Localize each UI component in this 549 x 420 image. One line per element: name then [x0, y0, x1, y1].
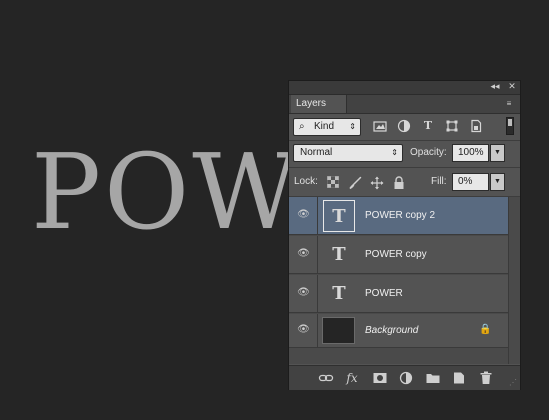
visibility-toggle[interactable]: 👁: [289, 275, 318, 312]
search-icon: ⌕: [299, 121, 305, 132]
eye-icon: 👁: [297, 248, 310, 259]
filter-kind-label: Kind: [314, 121, 335, 132]
lock-all-icon[interactable]: [392, 176, 406, 190]
resize-grip-icon[interactable]: ⋰: [508, 378, 518, 388]
lock-transparency-icon[interactable]: [326, 175, 340, 190]
layers-panel: ◂◂ ✕ Layers ≡ ⌕ Kind ⇕ T Normal ⇕ Opacit…: [288, 80, 521, 390]
lock-icon: 🔒: [479, 324, 492, 335]
collapse-panel-icon[interactable]: ◂◂: [489, 81, 501, 94]
filter-kind-select[interactable]: ⌕ Kind ⇕: [293, 118, 361, 136]
fill-label: Fill:: [431, 176, 447, 187]
divider: [289, 140, 520, 141]
filter-toggle-switch[interactable]: [506, 117, 514, 135]
opacity-field[interactable]: 100%: [452, 144, 489, 162]
fill-dropdown-button[interactable]: ▼: [490, 173, 505, 191]
layer-row-power-copy[interactable]: 👁 T POWER copy: [289, 236, 508, 274]
layer-name[interactable]: POWER copy 2: [365, 210, 435, 221]
fill-field[interactable]: 0%: [452, 173, 489, 191]
chevron-updown-icon: ⇕: [391, 148, 398, 157]
opacity-label: Opacity:: [410, 147, 447, 158]
eye-icon: 👁: [297, 209, 310, 220]
lock-position-icon[interactable]: [370, 176, 384, 190]
layer-row-background[interactable]: 👁 Background 🔒: [289, 314, 508, 348]
delete-layer-trash-icon[interactable]: [478, 370, 494, 386]
layer-name[interactable]: POWER copy: [365, 249, 427, 260]
layer-name[interactable]: Background: [365, 325, 418, 336]
layer-name[interactable]: POWER: [365, 288, 403, 299]
visibility-toggle[interactable]: 👁: [289, 197, 318, 234]
link-layers-icon[interactable]: [318, 370, 334, 386]
background-layer-thumbnail[interactable]: [322, 317, 355, 344]
opacity-dropdown-button[interactable]: ▼: [490, 144, 505, 162]
adjustment-filter-icon[interactable]: [397, 119, 411, 133]
blend-mode-label: Normal: [300, 147, 333, 158]
text-layer-thumbnail[interactable]: T: [323, 278, 355, 310]
tab-layers[interactable]: Layers: [291, 95, 347, 113]
new-layer-icon[interactable]: [451, 370, 467, 386]
panel-menu-icon[interactable]: ≡: [502, 97, 516, 110]
panel-tab-row: Layers ≡: [289, 95, 520, 114]
layer-row-power-copy-2[interactable]: 👁 T POWER copy 2: [289, 197, 508, 235]
visibility-toggle[interactable]: 👁: [289, 236, 318, 273]
layer-style-fx-icon[interactable]: fx: [344, 370, 360, 386]
lock-image-pixels-icon[interactable]: [348, 176, 362, 190]
layers-scrollbar[interactable]: [508, 197, 520, 364]
shape-filter-icon[interactable]: [445, 119, 459, 133]
blend-mode-select[interactable]: Normal ⇕: [293, 144, 403, 162]
visibility-toggle[interactable]: 👁: [289, 314, 318, 347]
chevron-updown-icon: ⇕: [349, 122, 356, 131]
panel-title-bar[interactable]: ◂◂ ✕: [289, 81, 520, 95]
type-filter-icon[interactable]: T: [421, 119, 435, 133]
eye-icon: 👁: [297, 287, 310, 298]
text-layer-thumbnail[interactable]: T: [323, 239, 355, 271]
divider: [289, 167, 520, 168]
layers-list: 👁 T POWER copy 2 👁 T POWER copy 👁 T POWE…: [289, 197, 508, 364]
lock-label: Lock:: [294, 176, 318, 187]
add-mask-icon[interactable]: [372, 370, 388, 386]
new-group-folder-icon[interactable]: [425, 370, 441, 386]
eye-icon: 👁: [297, 324, 310, 335]
layer-row-power[interactable]: 👁 T POWER: [289, 275, 508, 313]
text-layer-thumbnail[interactable]: T: [323, 200, 355, 232]
close-panel-icon[interactable]: ✕: [506, 81, 518, 94]
filter-row: ⌕ Kind ⇕ T: [289, 114, 520, 140]
pixel-filter-icon[interactable]: [373, 119, 387, 133]
layers-bottom-toolbar: fx ⋰: [289, 365, 520, 390]
smart-object-filter-icon[interactable]: [469, 119, 483, 133]
new-adjustment-layer-icon[interactable]: [398, 370, 414, 386]
